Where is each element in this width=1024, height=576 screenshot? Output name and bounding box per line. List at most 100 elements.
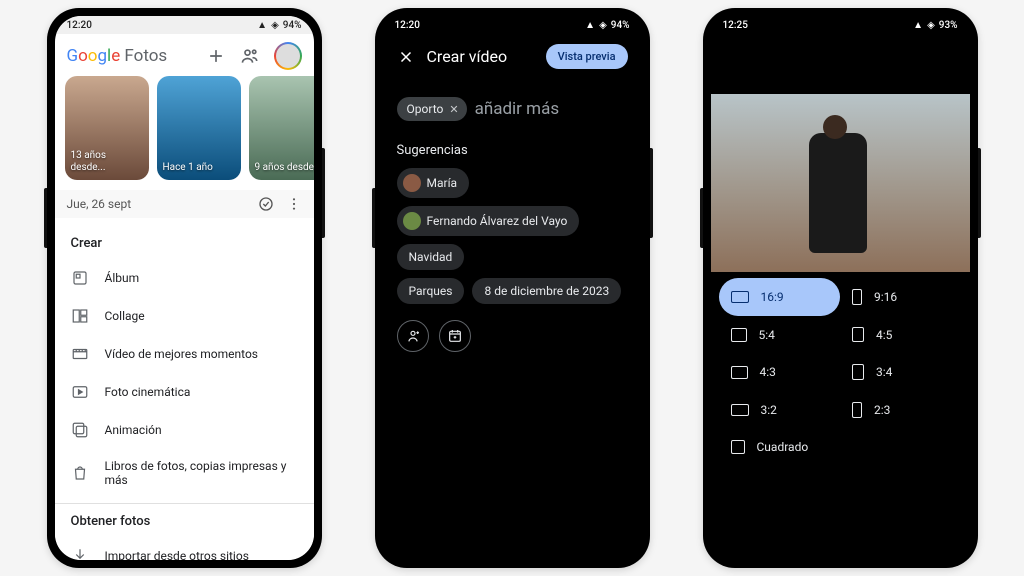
status-bar: 12:20 ▲ ◈ 94% [55,16,314,34]
item-label: Foto cinemática [105,385,191,399]
suggestion-maria[interactable]: María [397,168,470,198]
item-label: Libros de fotos, copias impresas y más [105,459,298,487]
sheet-title: Crear [55,232,314,259]
create-video-header: Crear vídeo Vista previa [383,34,642,79]
screen-title: Crear vídeo [427,47,534,66]
preview-subject [809,133,867,253]
status-time: 12:20 [395,20,420,31]
create-highlight-video-item[interactable]: Vídeo de mejores momentos [55,335,314,373]
chip-label: Oporto [407,102,444,116]
ratio-label: 2:3 [874,403,890,417]
item-label: Collage [105,309,145,323]
item-label: Vídeo de mejores momentos [105,347,259,361]
ratio-9-16[interactable]: 9:16 [840,278,962,316]
ratio-4-3[interactable]: 4:3 [719,353,841,391]
ratio-3-4[interactable]: 3:4 [840,353,962,391]
memory-label: Hace 1 año [163,162,213,174]
share-people-icon[interactable] [240,46,260,66]
status-time: 12:20 [67,20,92,31]
cinematic-icon [71,383,89,401]
portrait-icon [852,402,862,418]
ratio-2-3[interactable]: 2:3 [840,391,962,429]
ratio-label: 16:9 [761,290,784,304]
suggestion-label: Parques [409,284,453,298]
add-icon[interactable] [206,46,226,66]
landscape-icon [731,291,749,303]
sheet-section-title: Obtener fotos [55,510,314,537]
portrait-icon [852,327,864,342]
suggestion-navidad[interactable]: Navidad [397,244,465,270]
create-bottom-sheet: Crear Álbum Collage Vídeo de mejores mom… [55,220,314,560]
ratio-16-9[interactable]: 16:9 [719,278,841,316]
suggestion-label: 8 de diciembre de 2023 [484,284,609,298]
memory-card[interactable]: 9 años desde... [249,76,314,180]
download-icon [71,547,89,560]
memory-card[interactable]: Hace 1 año [157,76,241,180]
item-label: Importar desde otros sitios [105,549,249,560]
portrait-icon [852,364,864,380]
add-date-button[interactable] [439,320,471,352]
suggestion-parques[interactable]: Parques [397,278,465,304]
suggestion-label: María [427,176,458,190]
battery-text: 94% [283,20,302,31]
divider [55,503,314,504]
wifi-icon: ◈ [599,20,607,31]
ratio-label: 5:4 [759,328,775,342]
memories-carousel[interactable]: 13 años desde... Hace 1 año 9 años desde… [55,76,314,190]
status-bar: 12:20 ▲ ◈ 94% [383,16,642,34]
ratio-label: 4:5 [876,328,892,342]
ratio-5-4[interactable]: 5:4 [719,316,841,353]
ratio-4-5[interactable]: 4:5 [840,316,962,353]
more-icon[interactable] [286,196,302,212]
memory-label: 13 años desde... [71,150,143,174]
app-header: Google Fotos [55,34,314,76]
avatar-icon [403,174,421,192]
memory-label: 9 años desde... [255,162,314,174]
landscape-icon [731,366,748,379]
ratio-square[interactable]: Cuadrado [719,429,962,465]
avatar-icon [403,212,421,230]
account-avatar[interactable] [274,42,302,70]
selected-chip-oporto[interactable]: Oporto ✕ [397,97,467,121]
import-item[interactable]: Importar desde otros sitios [55,537,314,560]
ratio-label: 4:3 [760,365,776,379]
phone-create-video: 12:20 ▲ ◈ 94% Crear vídeo Vista previa O… [375,8,650,568]
preview-button[interactable]: Vista previa [546,44,628,69]
collage-icon [71,307,89,325]
signal-icon: ▲ [913,20,923,31]
item-label: Álbum [105,271,140,285]
shopping-bag-icon [71,464,89,482]
battery-text: 94% [611,20,630,31]
select-all-icon[interactable] [258,196,274,212]
wifi-icon: ◈ [271,20,279,31]
ratio-3-2[interactable]: 3:2 [719,391,841,429]
create-cinematic-item[interactable]: Foto cinemática [55,373,314,411]
suggestion-date[interactable]: 8 de diciembre de 2023 [472,278,621,304]
chip-remove-icon[interactable]: ✕ [449,103,458,116]
item-label: Animación [105,423,162,437]
add-people-button[interactable] [397,320,429,352]
date-header-row: Jue, 26 sept [55,190,314,218]
square-icon [731,440,745,454]
create-collage-item[interactable]: Collage [55,297,314,335]
create-prints-item[interactable]: Libros de fotos, copias impresas y más [55,449,314,497]
album-icon [71,269,89,287]
video-preview[interactable] [711,94,970,272]
create-album-item[interactable]: Álbum [55,259,314,297]
status-bar: 12:25 ▲ ◈ 93% [711,16,970,34]
create-animation-item[interactable]: Animación [55,411,314,449]
status-time: 12:25 [723,20,748,31]
close-icon[interactable] [397,48,415,66]
suggestion-fernando[interactable]: Fernando Álvarez del Vayo [397,206,580,236]
google-photos-logo: Google Fotos [67,46,168,66]
wifi-icon: ◈ [927,20,935,31]
memory-card[interactable]: 13 años desde... [65,76,149,180]
phone-google-photos: 12:20 ▲ ◈ 94% Google Fotos 13 a [47,8,322,568]
search-chip-row[interactable]: Oporto ✕ añadir más [383,79,642,127]
landscape-icon [731,328,747,342]
signal-icon: ▲ [585,20,595,31]
date-label: Jue, 26 sept [67,197,132,211]
ratio-label: Cuadrado [757,440,809,454]
suggestion-label: Navidad [409,250,453,264]
phone-aspect-ratio: 12:25 ▲ ◈ 93% 16:9 9:16 5:4 [703,8,978,568]
